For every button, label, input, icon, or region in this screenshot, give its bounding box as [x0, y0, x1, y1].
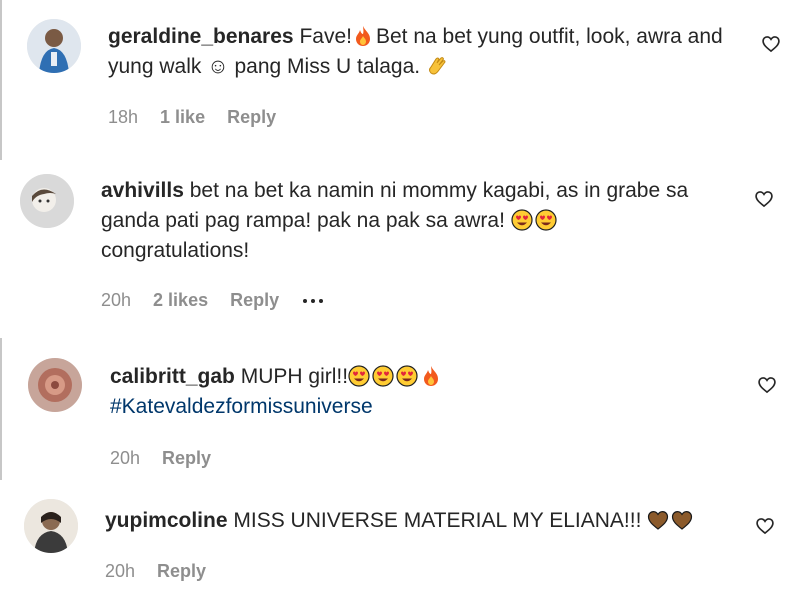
timestamp[interactable]: 20h	[110, 448, 140, 469]
heart-outline-icon[interactable]	[761, 34, 781, 54]
fire-icon	[424, 366, 439, 386]
timestamp[interactable]: 20h	[105, 561, 135, 582]
heart-eyes-icon	[511, 209, 533, 231]
more-options-icon[interactable]	[303, 298, 324, 303]
timestamp[interactable]: 20h	[101, 290, 131, 311]
avatar[interactable]	[20, 174, 74, 228]
likes-count[interactable]: 1 like	[160, 107, 205, 128]
heart-outline-icon[interactable]	[754, 189, 774, 209]
avatar[interactable]	[27, 19, 81, 73]
heart-eyes-icon	[348, 365, 370, 387]
comment-body: MUPH girl!!	[240, 365, 349, 388]
comment-text: calibritt_gab MUPH girl!! #Katevaldezfor…	[110, 362, 730, 422]
comment-text: yupimcoline MISS UNIVERSE MATERIAL MY EL…	[105, 506, 735, 536]
username[interactable]: yupimcoline	[105, 509, 228, 532]
username[interactable]: geraldine_benares	[108, 25, 294, 48]
heart-eyes-icon	[535, 209, 557, 231]
comment-meta: 20h Reply	[105, 561, 228, 582]
heart-outline-icon[interactable]	[755, 516, 775, 536]
avatar[interactable]	[28, 358, 82, 412]
likes-count[interactable]: 2 likes	[153, 290, 208, 311]
comment-body: bet na bet ka namin ni mommy kagabi, as …	[101, 179, 689, 232]
heart-eyes-icon	[396, 365, 418, 387]
username[interactable]: avhivills	[101, 179, 184, 202]
heart-outline-icon[interactable]	[757, 375, 777, 395]
heart-eyes-icon	[372, 365, 394, 387]
fire-icon	[355, 26, 370, 46]
username[interactable]: calibritt_gab	[110, 365, 235, 388]
timestamp[interactable]: 18h	[108, 107, 138, 128]
comment-text: geraldine_benares Fave! Bet na bet yung o…	[108, 22, 738, 82]
thread-line	[0, 0, 2, 160]
comment-meta: 20h Reply	[110, 448, 233, 469]
reply-button[interactable]: Reply	[230, 290, 279, 311]
hashtag-link[interactable]: #Katevaldezformissuniverse	[110, 395, 373, 418]
comment-meta: 20h 2 likes Reply	[101, 290, 324, 311]
thread-line	[0, 338, 2, 480]
brown-heart-icon	[648, 510, 669, 530]
clapping-hands-icon	[428, 57, 446, 75]
comment-text: avhivills bet na bet ka namin ni mommy k…	[101, 176, 741, 266]
comment-meta: 18h 1 like Reply	[108, 107, 298, 128]
avatar[interactable]	[24, 499, 78, 553]
comment-body-cont: congratulations!	[101, 239, 250, 262]
comment-body: MISS UNIVERSE MATERIAL MY ELIANA!!!	[233, 509, 642, 532]
reply-button[interactable]: Reply	[227, 107, 276, 128]
brown-heart-icon	[672, 510, 693, 530]
reply-button[interactable]: Reply	[162, 448, 211, 469]
reply-button[interactable]: Reply	[157, 561, 206, 582]
comment-body: Fave!	[299, 25, 352, 48]
